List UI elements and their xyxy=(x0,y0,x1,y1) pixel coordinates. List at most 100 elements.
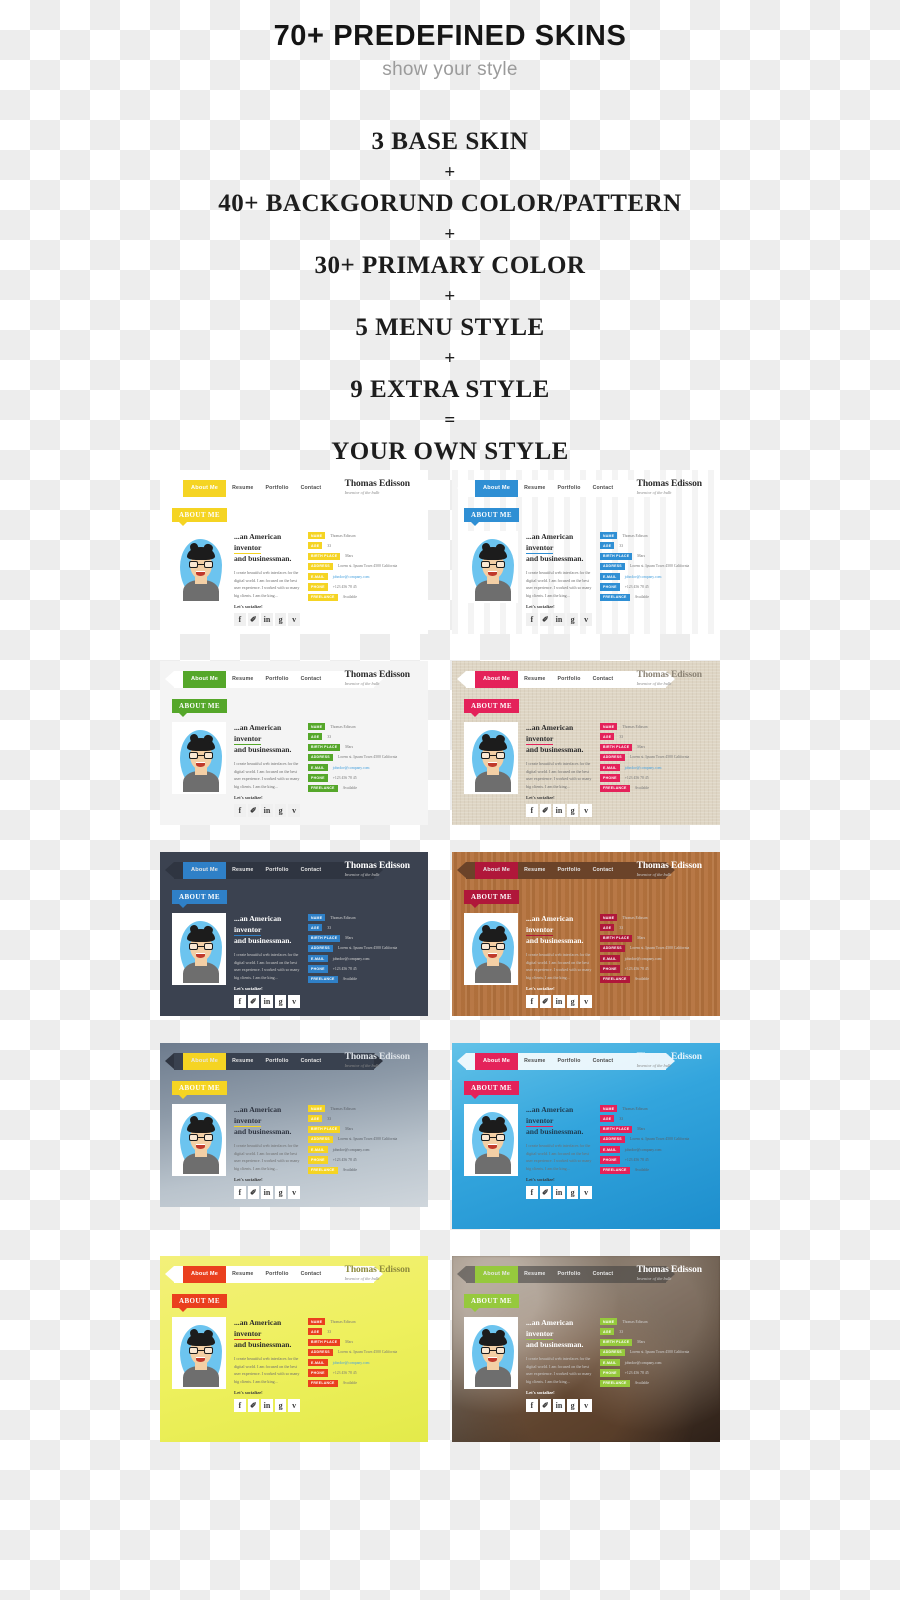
facebook-icon[interactable]: f xyxy=(526,1399,538,1413)
facebook-icon[interactable]: f xyxy=(526,1186,538,1200)
google-plus-icon[interactable]: g xyxy=(566,1399,579,1413)
skin-preview-crimson-wood[interactable]: About Me Resume Portfolio Contact Thomas Edi… xyxy=(452,852,720,1016)
linkedin-icon[interactable]: in xyxy=(261,995,273,1009)
twitter-icon[interactable]: ✐ xyxy=(539,613,552,627)
nav-item-contact[interactable]: Contact xyxy=(295,671,328,688)
nav-item-portfolio[interactable]: Portfolio xyxy=(551,862,586,879)
google-plus-icon[interactable]: g xyxy=(274,1399,287,1413)
detail-value[interactable]: johndoe@company.com xyxy=(333,1361,370,1365)
twitter-icon[interactable]: ✐ xyxy=(539,1186,552,1200)
detail-value[interactable]: johndoe@company.com xyxy=(333,957,370,961)
nav-item-resume[interactable]: Resume xyxy=(518,480,551,497)
facebook-icon[interactable]: f xyxy=(234,804,246,818)
google-plus-icon[interactable]: g xyxy=(274,613,287,627)
nav-item-resume[interactable]: Resume xyxy=(226,1266,259,1283)
nav-item-portfolio[interactable]: Portfolio xyxy=(551,671,586,688)
skin-preview-green-gray[interactable]: About Me Resume Portfolio Contact Thomas Edi… xyxy=(160,661,428,825)
nav-item-contact[interactable]: Contact xyxy=(587,862,620,879)
detail-value[interactable]: johndoe@company.com xyxy=(625,575,662,579)
nav-item-contact[interactable]: Contact xyxy=(295,1053,328,1070)
skin-preview-blue-stripe[interactable]: About Me Resume Portfolio Contact Thomas Edi… xyxy=(452,470,720,634)
twitter-icon[interactable]: ✐ xyxy=(247,1399,260,1413)
detail-value[interactable]: johndoe@company.com xyxy=(333,1148,370,1152)
vimeo-icon[interactable]: v xyxy=(288,1399,300,1413)
linkedin-icon[interactable]: in xyxy=(553,1186,565,1200)
nav-item-portfolio[interactable]: Portfolio xyxy=(551,480,586,497)
google-plus-icon[interactable]: g xyxy=(566,804,579,818)
facebook-icon[interactable]: f xyxy=(234,613,246,627)
linkedin-icon[interactable]: in xyxy=(261,613,273,627)
nav-item-contact[interactable]: Contact xyxy=(587,1053,620,1070)
nav-item-portfolio[interactable]: Portfolio xyxy=(259,1053,294,1070)
linkedin-icon[interactable]: in xyxy=(261,1399,273,1413)
nav-item-portfolio[interactable]: Portfolio xyxy=(259,671,294,688)
facebook-icon[interactable]: f xyxy=(526,804,538,818)
skin-preview-pink-paper[interactable]: About Me Resume Portfolio Contact Thomas Edi… xyxy=(452,661,720,825)
linkedin-icon[interactable]: in xyxy=(553,804,565,818)
facebook-icon[interactable]: f xyxy=(234,995,246,1009)
google-plus-icon[interactable]: g xyxy=(274,1186,287,1200)
detail-value[interactable]: johndoe@company.com xyxy=(625,1148,662,1152)
vimeo-icon[interactable]: v xyxy=(580,1186,592,1200)
nav-item-about-me[interactable]: About Me xyxy=(475,1053,519,1070)
detail-value[interactable]: johndoe@company.com xyxy=(333,575,370,579)
nav-item-resume[interactable]: Resume xyxy=(226,1053,259,1070)
linkedin-icon[interactable]: in xyxy=(553,613,565,627)
skin-preview-yellow-white[interactable]: About Me Resume Portfolio Contact Thomas Edi… xyxy=(160,470,428,634)
nav-item-about-me[interactable]: About Me xyxy=(475,480,519,497)
nav-item-about-me[interactable]: About Me xyxy=(183,671,227,688)
detail-value[interactable]: johndoe@company.com xyxy=(333,766,370,770)
twitter-icon[interactable]: ✐ xyxy=(247,613,260,627)
detail-value[interactable]: johndoe@company.com xyxy=(625,766,662,770)
nav-item-portfolio[interactable]: Portfolio xyxy=(551,1266,586,1283)
skin-preview-red-lime[interactable]: About Me Resume Portfolio Contact Thomas Edi… xyxy=(160,1256,428,1442)
facebook-icon[interactable]: f xyxy=(234,1186,246,1200)
twitter-icon[interactable]: ✐ xyxy=(539,804,552,818)
google-plus-icon[interactable]: g xyxy=(566,613,579,627)
detail-value[interactable]: johndoe@company.com xyxy=(625,957,662,961)
detail-value[interactable]: johndoe@company.com xyxy=(625,1361,662,1365)
vimeo-icon[interactable]: v xyxy=(580,995,592,1009)
nav-item-portfolio[interactable]: Portfolio xyxy=(259,862,294,879)
nav-item-resume[interactable]: Resume xyxy=(226,480,259,497)
nav-item-resume[interactable]: Resume xyxy=(226,862,259,879)
skin-preview-pink-bluegrad[interactable]: About Me Resume Portfolio Contact Thomas Edi… xyxy=(452,1043,720,1229)
google-plus-icon[interactable]: g xyxy=(274,995,287,1009)
twitter-icon[interactable]: ✐ xyxy=(539,1399,552,1413)
linkedin-icon[interactable]: in xyxy=(553,1399,565,1413)
linkedin-icon[interactable]: in xyxy=(261,1186,273,1200)
nav-item-contact[interactable]: Contact xyxy=(587,480,620,497)
vimeo-icon[interactable]: v xyxy=(288,804,300,818)
nav-item-contact[interactable]: Contact xyxy=(587,1266,620,1283)
nav-item-contact[interactable]: Contact xyxy=(587,671,620,688)
nav-item-portfolio[interactable]: Portfolio xyxy=(551,1053,586,1070)
nav-item-portfolio[interactable]: Portfolio xyxy=(259,480,294,497)
facebook-icon[interactable]: f xyxy=(526,613,538,627)
twitter-icon[interactable]: ✐ xyxy=(247,995,260,1009)
vimeo-icon[interactable]: v xyxy=(580,804,592,818)
nav-item-about-me[interactable]: About Me xyxy=(183,1053,227,1070)
nav-item-about-me[interactable]: About Me xyxy=(183,480,227,497)
nav-item-about-me[interactable]: About Me xyxy=(475,862,519,879)
twitter-icon[interactable]: ✐ xyxy=(247,1186,260,1200)
vimeo-icon[interactable]: v xyxy=(288,995,300,1009)
linkedin-icon[interactable]: in xyxy=(553,995,565,1009)
google-plus-icon[interactable]: g xyxy=(274,804,287,818)
nav-item-resume[interactable]: Resume xyxy=(518,1053,551,1070)
google-plus-icon[interactable]: g xyxy=(566,995,579,1009)
vimeo-icon[interactable]: v xyxy=(580,1399,592,1413)
vimeo-icon[interactable]: v xyxy=(580,613,592,627)
facebook-icon[interactable]: f xyxy=(526,995,538,1009)
nav-item-about-me[interactable]: About Me xyxy=(183,1266,227,1283)
vimeo-icon[interactable]: v xyxy=(288,613,300,627)
twitter-icon[interactable]: ✐ xyxy=(247,804,260,818)
nav-item-resume[interactable]: Resume xyxy=(226,671,259,688)
nav-item-about-me[interactable]: About Me xyxy=(475,1266,519,1283)
nav-item-portfolio[interactable]: Portfolio xyxy=(259,1266,294,1283)
linkedin-icon[interactable]: in xyxy=(261,804,273,818)
vimeo-icon[interactable]: v xyxy=(288,1186,300,1200)
skin-preview-blue-dark[interactable]: About Me Resume Portfolio Contact Thomas Edi… xyxy=(160,852,428,1016)
google-plus-icon[interactable]: g xyxy=(566,1186,579,1200)
facebook-icon[interactable]: f xyxy=(234,1399,246,1413)
nav-item-contact[interactable]: Contact xyxy=(295,862,328,879)
